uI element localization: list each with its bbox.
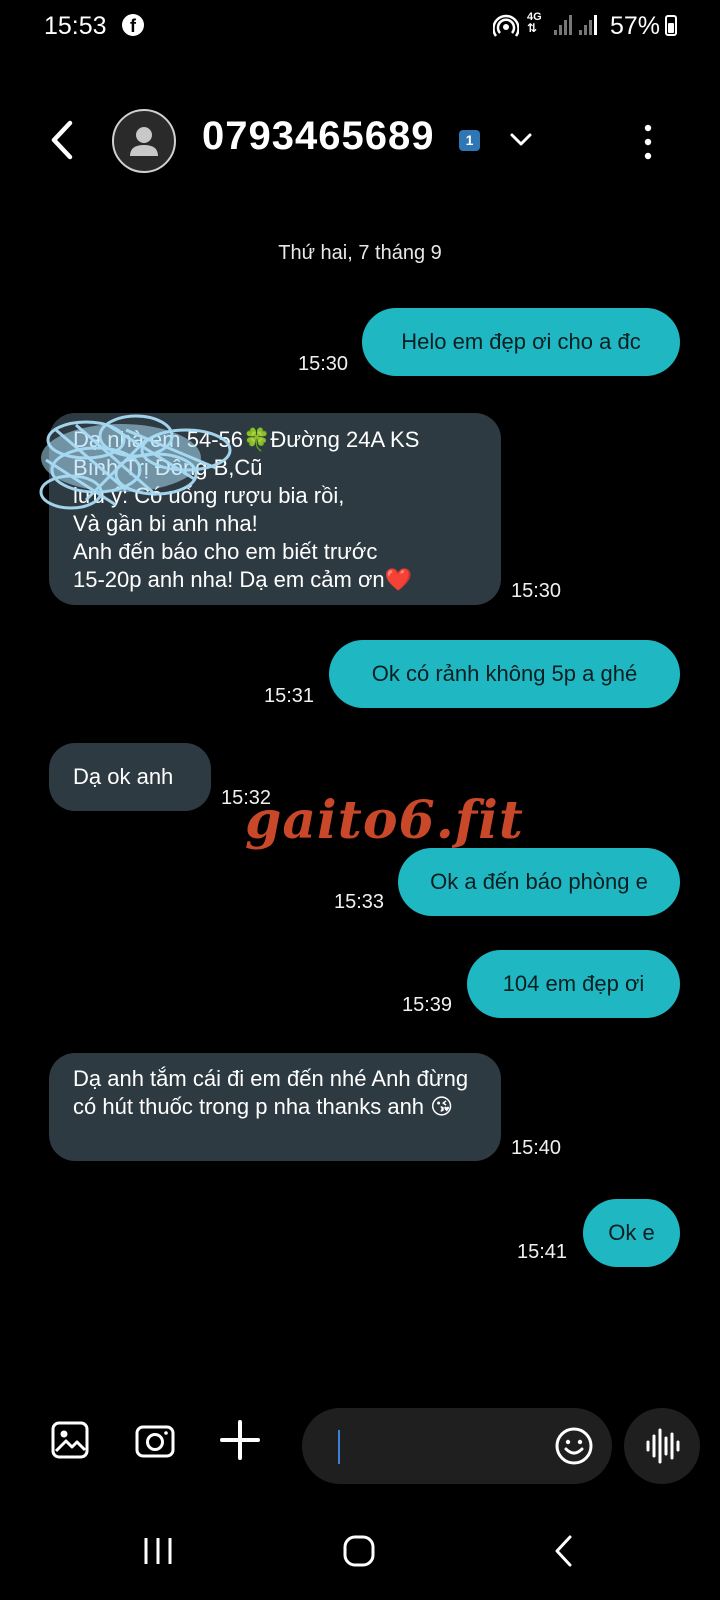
sim-badge: 1 — [459, 130, 480, 151]
recents-icon[interactable] — [140, 1536, 176, 1566]
status-time: 15:53 — [44, 12, 107, 40]
battery-percent: 57% — [610, 12, 661, 40]
back-icon[interactable] — [553, 1534, 573, 1568]
sent-message[interactable]: Helo em đẹp ơi cho a đc — [362, 308, 680, 376]
sent-message[interactable]: Ok a đến báo phòng e — [398, 848, 680, 916]
voice-icon — [646, 1428, 680, 1464]
status-bar: 15:53 f 4G ⇅ 57% — [0, 0, 720, 56]
message-time: 15:30 — [511, 580, 562, 602]
more-options-button[interactable] — [640, 122, 656, 162]
received-message[interactable]: Dạ anh tắm cái đi em đến nhé Anh đừng có… — [49, 1053, 501, 1161]
emoji-icon[interactable] — [554, 1426, 594, 1466]
camera-icon[interactable] — [134, 1420, 176, 1460]
chevron-down-icon[interactable] — [508, 128, 534, 150]
voice-button[interactable] — [624, 1408, 700, 1484]
gallery-icon[interactable] — [50, 1420, 90, 1460]
redaction-scribble — [39, 414, 232, 510]
home-icon[interactable] — [342, 1534, 376, 1568]
message-time: 15:33 — [334, 891, 385, 913]
contact-avatar[interactable] — [112, 109, 176, 173]
signal-icon — [579, 15, 597, 35]
message-time: 15:31 — [264, 685, 315, 707]
back-button[interactable] — [44, 115, 84, 165]
received-message[interactable]: Dạ ok anh — [49, 743, 211, 811]
facebook-icon: f — [122, 14, 144, 36]
signal-icon — [554, 15, 572, 35]
message-time: 15:39 — [402, 994, 453, 1016]
message-time: 15:30 — [298, 353, 349, 375]
message-time: 15:40 — [511, 1137, 562, 1159]
hotspot-icon — [493, 14, 519, 37]
network-type: 4G ⇅ — [527, 11, 542, 35]
contact-name[interactable]: 0793465689 — [202, 114, 434, 159]
date-separator: Thứ hai, 7 tháng 9 — [278, 242, 442, 264]
sent-message[interactable]: Ok e — [583, 1199, 680, 1267]
message-time: 15:41 — [517, 1241, 568, 1263]
battery-icon — [665, 15, 677, 36]
sent-message[interactable]: Ok có rảnh không 5p a ghé — [329, 640, 680, 708]
text-cursor — [338, 1430, 340, 1464]
watermark: gaito6.fit — [245, 790, 524, 851]
avatar-icon — [130, 127, 158, 156]
sent-message[interactable]: 104 em đẹp ơi — [467, 950, 680, 1018]
plus-icon[interactable] — [218, 1418, 262, 1462]
